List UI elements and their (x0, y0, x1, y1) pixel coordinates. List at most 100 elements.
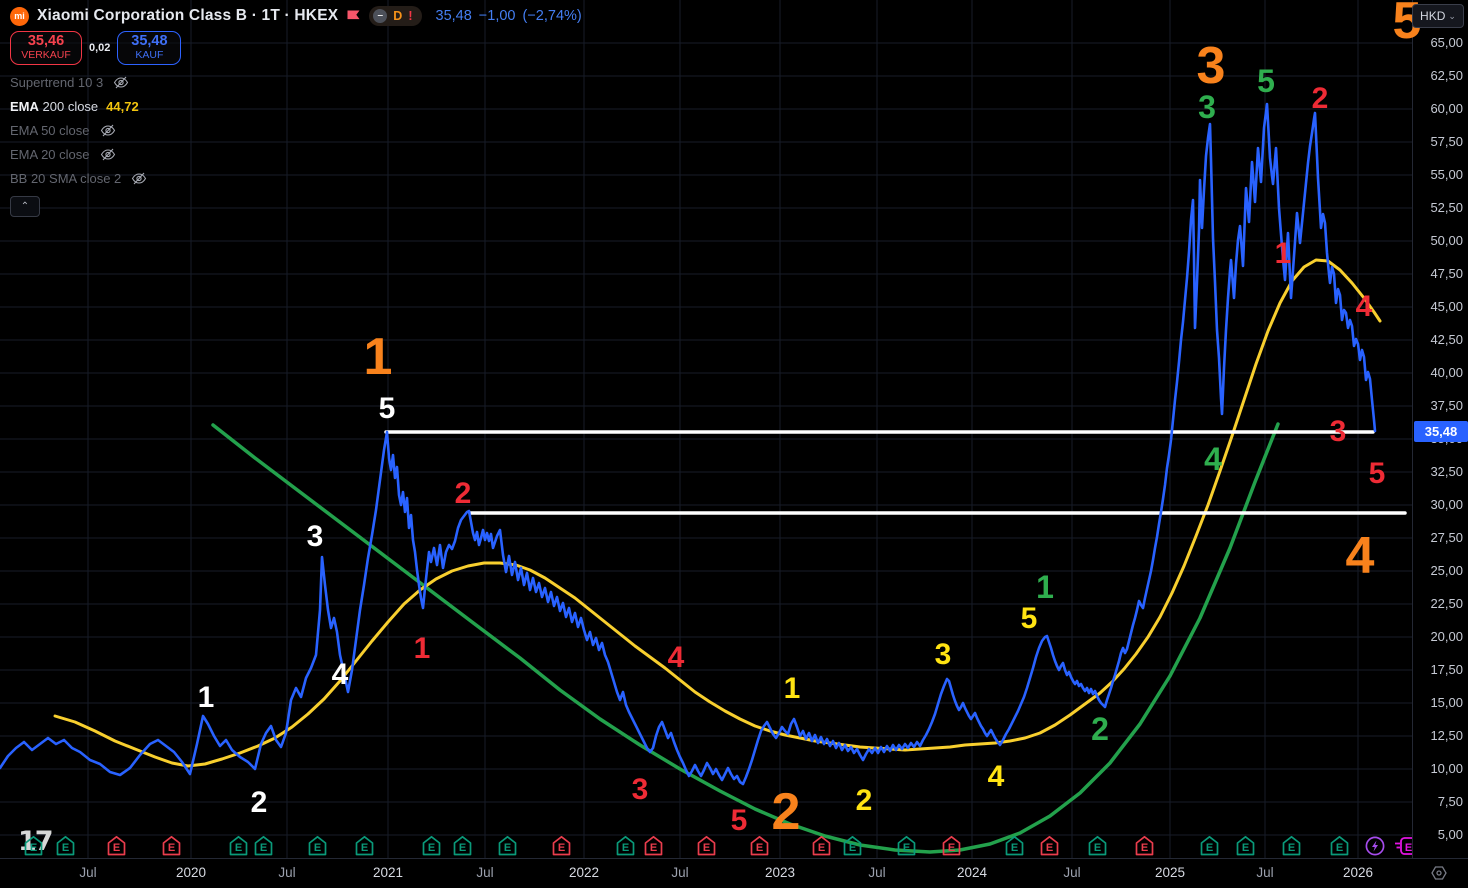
price-axis-label: 15,00 (1430, 695, 1463, 711)
earnings-miss-badge-icon[interactable]: E (941, 835, 963, 857)
earnings-badge-icon[interactable]: E (1087, 835, 1109, 857)
sell-button[interactable]: 35,46 VERKAUF (10, 31, 82, 65)
wave-label-g1-25[interactable]: 1 (1036, 571, 1054, 603)
earnings-badge-icon[interactable]: E (452, 835, 474, 857)
currency-selector-button[interactable]: HKD ⌄ (1412, 4, 1464, 28)
wave-label-w4-8[interactable]: 4 (332, 660, 349, 690)
earnings-badge-icon[interactable]: E (1235, 835, 1257, 857)
wave-label-r4-18[interactable]: 4 (1356, 292, 1373, 322)
wave-label-w2-6[interactable]: 2 (251, 788, 268, 818)
earnings-badge-icon[interactable]: E (354, 835, 376, 857)
svg-text:E: E (113, 842, 120, 854)
price-axis[interactable]: 65,0062,5060,0057,5055,0052,5050,0047,50… (1412, 0, 1468, 858)
legend-item-bb[interactable]: BB 20 SMA close 2 (10, 166, 147, 190)
earnings-badge-icon[interactable]: E (421, 835, 443, 857)
svg-text:E: E (1011, 842, 1018, 854)
earnings-badge-icon[interactable]: E (1004, 835, 1026, 857)
time-axis-label: 2026 (1334, 865, 1382, 880)
legend-label: EMA 200 close (10, 99, 98, 114)
svg-text:E: E (504, 842, 511, 854)
svg-text:E: E (459, 842, 466, 854)
wave-label-r4-13[interactable]: 4 (668, 643, 685, 673)
xiaomi-logo[interactable]: mi (10, 7, 29, 26)
earnings-badge-icon[interactable]: E (253, 835, 275, 857)
flag-icon[interactable] (346, 9, 361, 24)
wave-label-r2-11[interactable]: 2 (455, 479, 472, 509)
wave-label-r1-10[interactable]: 1 (414, 634, 431, 664)
earnings-badge-icon[interactable]: E (55, 835, 77, 857)
earnings-badge-icon[interactable]: E (497, 835, 519, 857)
legend-item-supertrend[interactable]: Supertrend 10 3 (10, 70, 147, 94)
earnings-badge-icon[interactable]: E (307, 835, 329, 857)
wave-label-r2-16[interactable]: 2 (1312, 84, 1329, 114)
legend-item-ema200[interactable]: EMA 200 close 44,72 (10, 94, 147, 118)
wave-label-g5-29[interactable]: 5 (1257, 65, 1275, 97)
ema200-value: 44,72 (106, 99, 139, 114)
earnings-miss-badge-icon[interactable]: E (1134, 835, 1156, 857)
flash-event-icon[interactable] (1364, 835, 1386, 857)
earnings-badge-icon[interactable]: E (1281, 835, 1303, 857)
buy-button[interactable]: 35,48 KAUF (117, 31, 181, 65)
svg-text:E: E (849, 842, 856, 854)
time-axis[interactable]: Jul2020Jul2021Jul2022Jul2023Jul2024Jul20… (0, 858, 1468, 888)
wave-label-g2-26[interactable]: 2 (1091, 713, 1109, 745)
earnings-miss-badge-icon[interactable]: E (551, 835, 573, 857)
quote-price: 35,48 (436, 8, 472, 24)
earnings-miss-badge-icon[interactable]: E (1039, 835, 1061, 857)
wave-label-g3-27[interactable]: 3 (1198, 91, 1216, 123)
earnings-badge-icon[interactable]: E (228, 835, 250, 857)
price-axis-label: 22,50 (1430, 596, 1463, 612)
wave-label-y4-23[interactable]: 4 (988, 762, 1005, 792)
earnings-miss-badge-icon[interactable]: E (106, 835, 128, 857)
wave-label-y3-22[interactable]: 3 (935, 640, 952, 670)
earnings-badge-icon[interactable]: E (1329, 835, 1351, 857)
visibility-off-icon[interactable] (100, 124, 116, 137)
wave-label-w5-9[interactable]: 5 (379, 394, 396, 424)
wave-label-o1-0[interactable]: 1 (364, 331, 393, 383)
legend-label: BB 20 SMA close 2 (10, 171, 121, 186)
wave-label-o2-1[interactable]: 2 (772, 786, 801, 838)
visibility-off-icon[interactable] (131, 172, 147, 185)
wave-label-w3-7[interactable]: 3 (307, 522, 324, 552)
wave-label-o4-3[interactable]: 4 (1346, 530, 1375, 582)
earnings-badge-icon[interactable]: E (896, 835, 918, 857)
wave-label-r5-14[interactable]: 5 (731, 806, 748, 836)
legend-item-ema20[interactable]: EMA 20 close (10, 142, 147, 166)
symbol-title[interactable]: Xiaomi Corporation Class B · 1T · HKEX (37, 7, 338, 25)
earnings-miss-badge-icon[interactable]: E (643, 835, 665, 857)
wave-label-y5-24[interactable]: 5 (1021, 604, 1038, 634)
earnings-badge-icon[interactable]: E (23, 835, 45, 857)
earnings-badge-icon[interactable]: E (1199, 835, 1221, 857)
wave-label-w1-5[interactable]: 1 (198, 683, 215, 713)
earnings-miss-badge-icon[interactable]: E (696, 835, 718, 857)
earnings-badge-icon[interactable]: E (842, 835, 864, 857)
spread-value: 0,02 (87, 42, 112, 54)
quote-change: −1,00 (479, 8, 516, 24)
wave-label-y1-20[interactable]: 1 (784, 674, 801, 704)
svg-text:E: E (1141, 842, 1148, 854)
legend-label: EMA 20 close (10, 147, 90, 162)
visibility-off-icon[interactable] (100, 148, 116, 161)
wave-label-y2-21[interactable]: 2 (856, 786, 873, 816)
axis-settings-icon[interactable] (1430, 864, 1448, 887)
wave-label-r3-17[interactable]: 3 (1330, 417, 1347, 447)
wave-label-o3-2[interactable]: 3 (1197, 40, 1226, 92)
price-axis-label: 20,00 (1430, 629, 1463, 645)
svg-text:E: E (1288, 842, 1295, 854)
earnings-miss-badge-icon[interactable]: E (749, 835, 771, 857)
earnings-miss-badge-icon[interactable]: E (161, 835, 183, 857)
wave-label-r1-15[interactable]: 1 (1275, 239, 1292, 269)
price-axis-label: 50,00 (1430, 233, 1463, 249)
notification-pill[interactable]: – D ! (369, 6, 421, 26)
svg-text:E: E (903, 842, 910, 854)
legend-collapse-button[interactable]: ⌃ (10, 196, 40, 217)
visibility-off-icon[interactable] (113, 76, 129, 89)
svg-text:E: E (428, 842, 435, 854)
legend-item-ema50[interactable]: EMA 50 close (10, 118, 147, 142)
earnings-badge-icon[interactable]: E (615, 835, 637, 857)
earnings-miss-badge-icon[interactable]: E (811, 835, 833, 857)
wave-label-r5-19[interactable]: 5 (1369, 459, 1386, 489)
chart-canvas[interactable] (0, 0, 1412, 858)
wave-label-r3-12[interactable]: 3 (632, 775, 649, 805)
wave-label-g4-28[interactable]: 4 (1204, 443, 1222, 475)
